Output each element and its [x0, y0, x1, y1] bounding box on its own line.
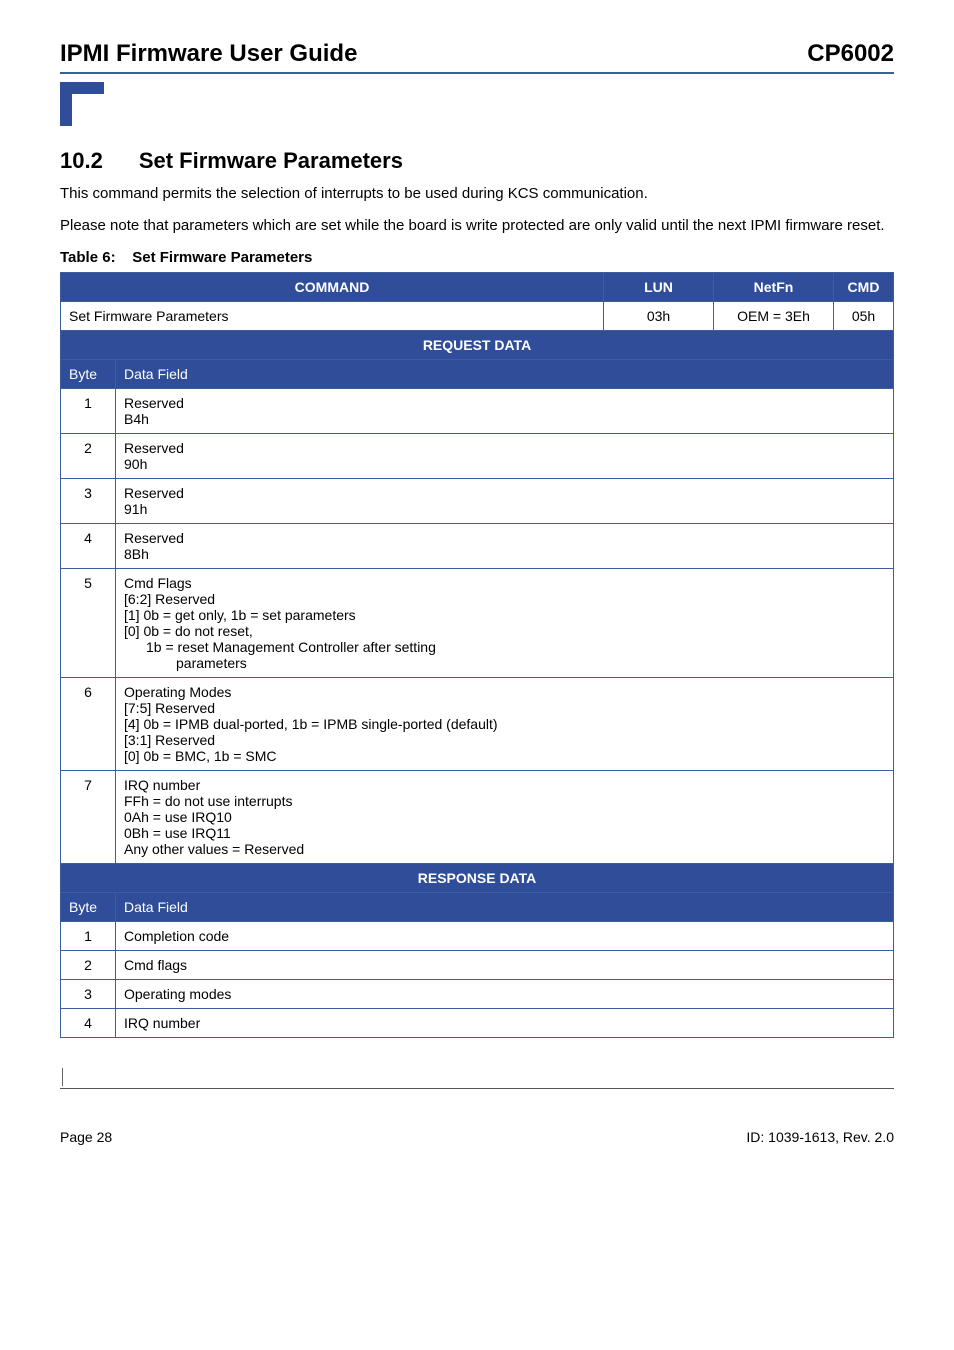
req-field: IRQ number FFh = do not use interrupts 0…: [116, 770, 894, 863]
byte-label: Byte: [61, 359, 116, 388]
req-field: Reserved 91h: [116, 478, 894, 523]
table-header-row: COMMAND LUN NetFn CMD: [61, 272, 894, 301]
section-number: 10.2: [60, 148, 103, 174]
response-header: RESPONSE DATA: [61, 863, 894, 892]
response-row: 3 Operating modes: [61, 979, 894, 1008]
cmd-name: Set Firmware Parameters: [61, 301, 604, 330]
datafield-label: Data Field: [116, 359, 894, 388]
col-lun: LUN: [604, 272, 714, 301]
req-byte: 6: [61, 677, 116, 770]
page-number: Page 28: [60, 1129, 112, 1145]
resp-field: IRQ number: [116, 1008, 894, 1037]
page-footer: Page 28 ID: 1039-1613, Rev. 2.0: [60, 1129, 894, 1145]
request-row: 5 Cmd Flags [6:2] Reserved [1] 0b = get …: [61, 568, 894, 677]
request-row: 7 IRQ number FFh = do not use interrupts…: [61, 770, 894, 863]
firmware-table: COMMAND LUN NetFn CMD Set Firmware Param…: [60, 272, 894, 1038]
col-netfn: NetFn: [714, 272, 834, 301]
footer-rule-wrap: [60, 1068, 894, 1090]
doc-title: IPMI Firmware User Guide: [60, 40, 357, 68]
req-byte: 1: [61, 388, 116, 433]
request-row: 2 Reserved 90h: [61, 433, 894, 478]
section-para-2: Please note that parameters which are se…: [60, 216, 894, 236]
cmd-lun: 03h: [604, 301, 714, 330]
response-row: 1 Completion code: [61, 921, 894, 950]
resp-byte: 1: [61, 921, 116, 950]
req-field: Reserved 8Bh: [116, 523, 894, 568]
resp-field: Operating modes: [116, 979, 894, 1008]
req-field: Reserved B4h: [116, 388, 894, 433]
resp-byte: 3: [61, 979, 116, 1008]
resp-field: Cmd flags: [116, 950, 894, 979]
page-header: IPMI Firmware User Guide CP6002: [60, 40, 894, 72]
request-header: REQUEST DATA: [61, 330, 894, 359]
logo: [60, 82, 120, 130]
req-byte: 2: [61, 433, 116, 478]
table-caption-label: Table 6:: [60, 249, 116, 266]
req-field: Cmd Flags [6:2] Reserved [1] 0b = get on…: [116, 568, 894, 677]
request-row: 4 Reserved 8Bh: [61, 523, 894, 568]
response-row: 4 IRQ number: [61, 1008, 894, 1037]
req-field: Operating Modes [7:5] Reserved [4] 0b = …: [116, 677, 894, 770]
req-byte: 3: [61, 478, 116, 523]
col-cmd: CMD: [834, 272, 894, 301]
req-byte: 4: [61, 523, 116, 568]
request-row: 6 Operating Modes [7:5] Reserved [4] 0b …: [61, 677, 894, 770]
req-byte: 5: [61, 568, 116, 677]
table-caption: Table 6: Set Firmware Parameters: [60, 249, 894, 266]
byte-label: Byte: [61, 892, 116, 921]
response-label: RESPONSE DATA: [61, 863, 894, 892]
request-label: REQUEST DATA: [61, 330, 894, 359]
cmd-cmd: 05h: [834, 301, 894, 330]
cmd-netfn: OEM = 3Eh: [714, 301, 834, 330]
request-row: 1 Reserved B4h: [61, 388, 894, 433]
table-caption-title: Set Firmware Parameters: [132, 249, 312, 266]
section-para-1: This command permits the selection of in…: [60, 184, 894, 204]
resp-byte: 4: [61, 1008, 116, 1037]
request-subheader: Byte Data Field: [61, 359, 894, 388]
datafield-label: Data Field: [116, 892, 894, 921]
command-row: Set Firmware Parameters 03h OEM = 3Eh 05…: [61, 301, 894, 330]
doc-id: ID: 1039-1613, Rev. 2.0: [746, 1129, 894, 1145]
response-row: 2 Cmd flags: [61, 950, 894, 979]
resp-byte: 2: [61, 950, 116, 979]
resp-field: Completion code: [116, 921, 894, 950]
section-title: Set Firmware Parameters: [139, 148, 403, 174]
req-byte: 7: [61, 770, 116, 863]
request-row: 3 Reserved 91h: [61, 478, 894, 523]
footer-rule: [60, 1088, 894, 1090]
section-heading: 10.2 Set Firmware Parameters: [60, 148, 894, 174]
product-code: CP6002: [807, 40, 894, 68]
col-command: COMMAND: [61, 272, 604, 301]
req-field: Reserved 90h: [116, 433, 894, 478]
response-subheader: Byte Data Field: [61, 892, 894, 921]
header-rule: [60, 72, 894, 74]
